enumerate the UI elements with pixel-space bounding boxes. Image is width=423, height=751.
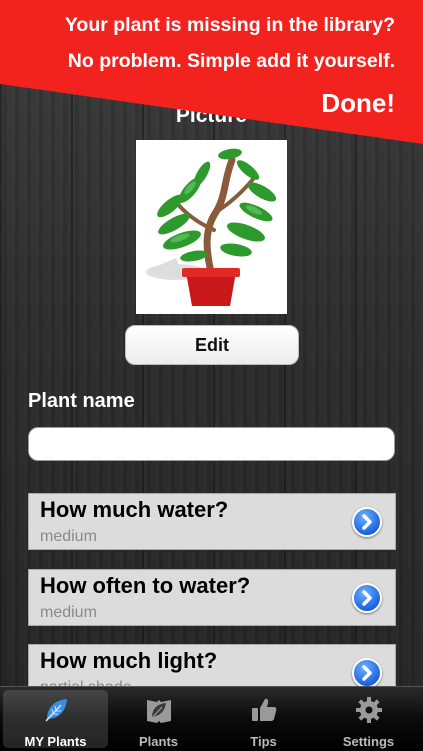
- plant-name-input[interactable]: [28, 427, 395, 461]
- water-amount-cell[interactable]: How much water? medium: [28, 493, 396, 550]
- water-frequency-cell[interactable]: How often to water? medium: [28, 569, 396, 626]
- leaf-icon: [45, 699, 67, 722]
- cell-value: medium: [40, 604, 97, 621]
- disclosure-arrow-icon[interactable]: [352, 658, 382, 688]
- edit-picture-button[interactable]: Edit: [125, 325, 299, 365]
- cell-value: medium: [40, 528, 97, 545]
- leaf-book-icon: [147, 700, 171, 723]
- tab-plants[interactable]: Plants: [106, 687, 211, 751]
- tab-my-plants[interactable]: MY Plants: [3, 690, 108, 749]
- thumbs-up-icon: [252, 698, 277, 721]
- cell-title: How much water?: [40, 497, 229, 522]
- disclosure-arrow-icon[interactable]: [352, 507, 382, 537]
- plant-photo: [136, 140, 287, 314]
- tab-settings[interactable]: Settings: [316, 687, 421, 751]
- tab-label: Tips: [250, 734, 277, 749]
- tab-label: Plants: [138, 734, 178, 749]
- gear-icon: [356, 697, 382, 723]
- disclosure-arrow-icon[interactable]: [352, 583, 382, 613]
- tab-label: MY Plants: [24, 734, 87, 749]
- tab-label: Settings: [342, 734, 395, 749]
- potted-plant-image: [146, 148, 277, 306]
- banner-line-2: No problem. Simple add it yourself.: [67, 50, 395, 72]
- cell-title: How much light?: [40, 648, 218, 673]
- banner-line-1: Your plant is missing in the library?: [64, 14, 395, 36]
- cell-title: How often to water?: [40, 573, 251, 598]
- done-button[interactable]: Done!: [321, 88, 395, 119]
- plant-name-label: Plant name: [28, 390, 135, 412]
- tab-tips[interactable]: Tips: [211, 687, 316, 751]
- tab-bar: MY Plants Plants Tips Settings: [0, 686, 423, 751]
